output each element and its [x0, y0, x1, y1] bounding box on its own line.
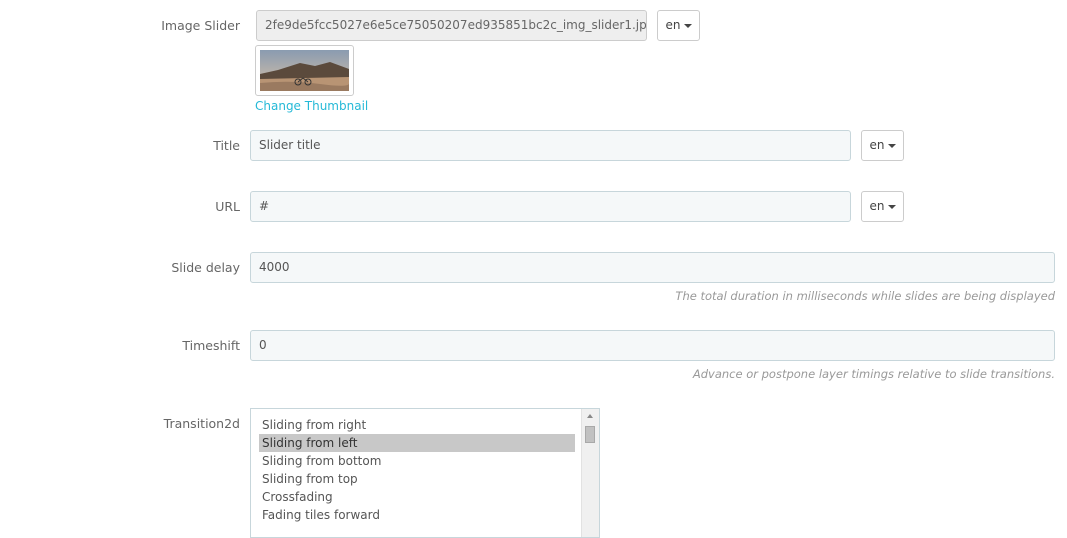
- listbox-scrollbar[interactable]: [581, 409, 599, 537]
- scroll-thumb[interactable]: [585, 426, 595, 443]
- image-lang-dropdown[interactable]: en: [657, 10, 700, 41]
- caret-down-icon: [887, 204, 896, 209]
- title-label: Title: [213, 138, 240, 153]
- list-option[interactable]: Fading tiles forward: [259, 506, 575, 524]
- list-option[interactable]: Crossfading: [259, 488, 575, 506]
- caret-down-icon: [887, 143, 896, 148]
- slide-delay-label: Slide delay: [171, 260, 240, 275]
- list-option[interactable]: Sliding from right: [259, 416, 575, 434]
- url-input[interactable]: #: [250, 191, 851, 222]
- lang-label: en: [869, 138, 885, 152]
- change-thumbnail-link[interactable]: Change Thumbnail: [255, 99, 368, 113]
- image-filename-field[interactable]: 2fe9de5fcc5027e6e5ce75050207ed935851bc2c…: [256, 10, 647, 41]
- transition2d-label: Transition2d: [163, 416, 240, 431]
- url-lang-dropdown[interactable]: en: [861, 191, 904, 222]
- thumbnail-landscape-image: [260, 50, 349, 91]
- lang-label: en: [665, 18, 681, 32]
- title-input[interactable]: Slider title: [250, 130, 851, 161]
- timeshift-help: Advance or postpone layer timings relati…: [692, 367, 1055, 381]
- slide-delay-help: The total duration in milliseconds while…: [675, 289, 1055, 303]
- caret-down-icon: [683, 23, 692, 28]
- timeshift-label: Timeshift: [182, 338, 240, 353]
- url-label: URL: [215, 199, 240, 214]
- slider-thumbnail: [255, 45, 354, 96]
- list-option[interactable]: Sliding from top: [259, 470, 575, 488]
- scroll-up-arrow-icon[interactable]: [587, 414, 593, 418]
- image-slider-label: Image Slider: [161, 18, 240, 33]
- timeshift-input[interactable]: 0: [250, 330, 1055, 361]
- transition2d-listbox[interactable]: Sliding from right Sliding from left Sli…: [250, 408, 600, 538]
- title-lang-dropdown[interactable]: en: [861, 130, 904, 161]
- transition2d-options: Sliding from right Sliding from left Sli…: [259, 416, 575, 524]
- lang-label: en: [869, 199, 885, 213]
- slide-delay-input[interactable]: 4000: [250, 252, 1055, 283]
- list-option-selected[interactable]: Sliding from left: [259, 434, 575, 452]
- list-option[interactable]: Sliding from bottom: [259, 452, 575, 470]
